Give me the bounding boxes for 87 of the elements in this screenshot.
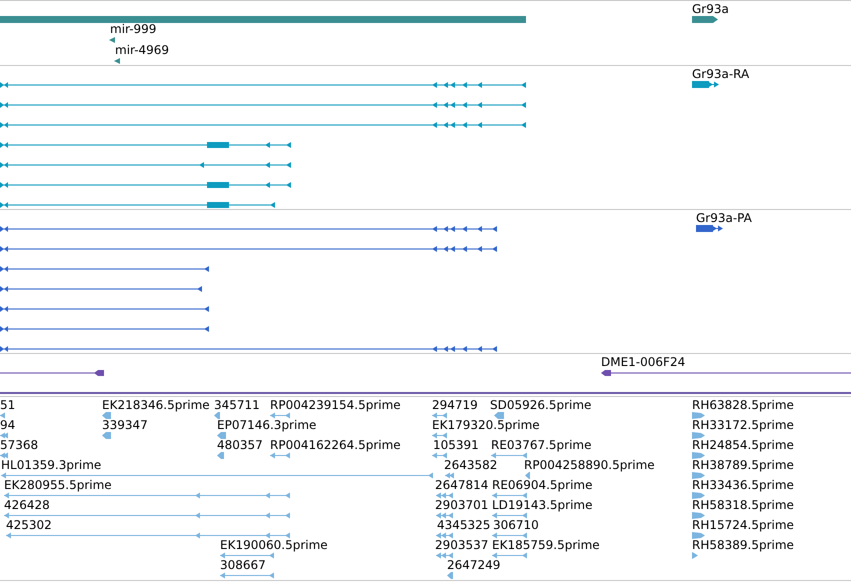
- read-glyph: [102, 432, 112, 439]
- feature-label: Gr93a-RA: [692, 67, 750, 81]
- forward-transcript-icon: [696, 225, 724, 232]
- feature-label: RP004258890.5prime: [524, 458, 655, 472]
- feature-label: RE03767.5prime: [491, 438, 592, 452]
- read-glyph: [494, 412, 505, 419]
- feature-label: 57368: [0, 438, 38, 452]
- feature-label: HL01359.3prime: [1, 458, 102, 472]
- feature-label: RH63828.5prime: [692, 398, 794, 412]
- feature-label: SD05926.5prime: [490, 398, 592, 412]
- feature-label: 294719: [432, 398, 478, 412]
- feature-label: 105391: [433, 438, 479, 452]
- forward-read-icon: [692, 532, 706, 539]
- feature-label: 2647249: [447, 558, 500, 572]
- read-glyph: [436, 512, 454, 519]
- read-glyph: [270, 452, 291, 459]
- feature-label: 2903701: [435, 498, 488, 512]
- feature-label: RH38789.5prime: [692, 458, 794, 472]
- feature-label: 426428: [4, 498, 50, 512]
- read-glyph: [525, 472, 531, 479]
- reverse-gene-icon: [114, 58, 120, 64]
- feature-label: RH33172.5prime: [692, 418, 794, 432]
- feature-label: 339347: [102, 418, 148, 432]
- read-glyph: [447, 572, 454, 579]
- read-glyph: [492, 512, 528, 519]
- feature-label: RH58389.5prime: [692, 538, 794, 552]
- read-glyph: [432, 432, 448, 439]
- feature-label: 94: [0, 418, 16, 432]
- read-glyph: [0, 412, 6, 419]
- read-glyph: [214, 412, 221, 419]
- feature-label: Gr93a: [692, 2, 729, 16]
- read-glyph: [436, 552, 454, 559]
- forward-read-icon: [692, 552, 699, 559]
- read-glyph: [217, 452, 225, 459]
- read-glyph: [217, 432, 227, 439]
- feature-label: RH58318.5prime: [692, 498, 794, 512]
- read-glyph: [432, 452, 448, 459]
- reverse-gene-icon: [109, 37, 115, 43]
- read-glyph: [492, 492, 528, 499]
- feature-label: DME1-006F24: [601, 355, 686, 369]
- read-glyph: [270, 412, 291, 419]
- forward-read-icon: [692, 472, 706, 479]
- feature-label: EK185759.5prime: [492, 538, 600, 552]
- feature-label: 2643582: [444, 458, 498, 472]
- feature-label: 2903537: [435, 538, 488, 552]
- feature-label: EP07146.3prime: [217, 418, 316, 432]
- feature-label: RP004162264.5prime: [270, 438, 401, 452]
- read-glyph: [492, 532, 528, 539]
- feature-label: EK190060.5prime: [220, 538, 328, 552]
- feature-label: 51: [0, 398, 16, 412]
- read-glyph: [491, 452, 528, 459]
- read-glyph: [445, 472, 455, 479]
- feature-label: Gr93a-PA: [696, 211, 752, 225]
- read-glyph: [0, 452, 9, 459]
- feature-label: 306710: [493, 518, 539, 532]
- feature-label: LD19143.5prime: [492, 498, 593, 512]
- read-glyph: [220, 572, 275, 579]
- feature-label: 308667: [220, 558, 266, 572]
- feature-label: 2647814: [435, 478, 488, 492]
- read-glyph: [436, 492, 454, 499]
- feature-label: mir-999: [110, 22, 156, 36]
- feature-label: RP004239154.5prime: [270, 398, 401, 412]
- feature-label: EK280955.5prime: [4, 478, 112, 492]
- feature-label: RH15724.5prime: [692, 518, 794, 532]
- read-glyph: [492, 552, 528, 559]
- feature-label: EK179320.5prime: [432, 418, 540, 432]
- forward-read-icon: [692, 492, 706, 499]
- read-glyph: [436, 532, 454, 539]
- feature-label: RH33436.5prime: [692, 478, 794, 492]
- read-glyph: [432, 412, 448, 419]
- feature-label: RE06904.5prime: [492, 478, 592, 492]
- feature-label: EK218346.5prime: [102, 398, 210, 412]
- forward-read-icon: [692, 412, 706, 419]
- forward-read-icon: [692, 452, 706, 459]
- read-glyph: [0, 432, 9, 439]
- read-glyph: [102, 412, 112, 419]
- forward-read-icon: [692, 512, 706, 519]
- feature-label: mir-4969: [115, 43, 170, 57]
- feature-label: 4345325: [437, 518, 490, 532]
- forward-transcript-icon: [692, 81, 720, 88]
- feature-label: 345711: [214, 398, 260, 412]
- forward-gene-icon: [692, 16, 719, 23]
- read-glyph: [220, 552, 275, 559]
- feature-label: 425302: [6, 518, 52, 532]
- forward-read-icon: [692, 432, 706, 439]
- feature-label: 480357: [217, 438, 263, 452]
- feature-label: RH24854.5prime: [692, 438, 794, 452]
